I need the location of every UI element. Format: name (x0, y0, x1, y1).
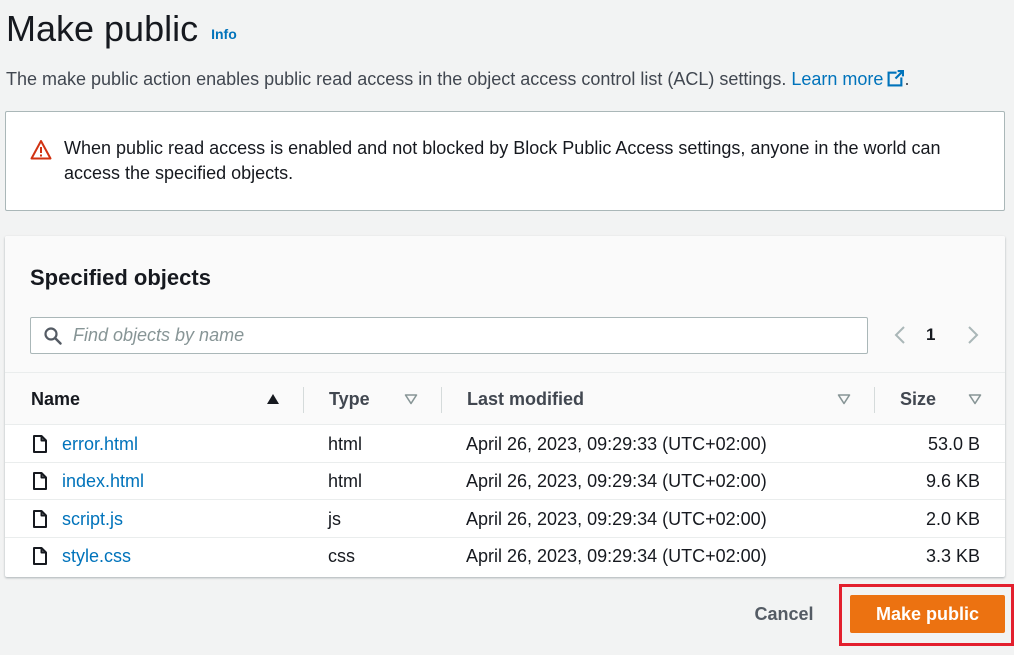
object-type: html (328, 434, 363, 454)
column-divider[interactable] (303, 387, 304, 413)
warning-icon (30, 140, 52, 160)
column-header-type[interactable]: Type (329, 373, 370, 425)
column-header-size[interactable]: Size (900, 373, 936, 425)
table-header: Name Type Last modified Size (5, 373, 1005, 425)
search-input[interactable] (73, 318, 853, 353)
object-last-modified: April 26, 2023, 09:29:33 (UTC+02:00) (466, 434, 767, 454)
search-icon (44, 327, 62, 345)
object-name-link[interactable]: index.html (62, 463, 144, 500)
file-icon (33, 472, 47, 490)
warning-alert: When public read access is enabled and n… (5, 111, 1005, 211)
description-trailing: . (904, 69, 910, 89)
object-name-link[interactable]: error.html (62, 426, 138, 463)
page-title: Make public (6, 8, 199, 49)
page-description: The make public action enables public re… (6, 69, 909, 90)
sort-ascending-icon[interactable] (266, 393, 280, 405)
file-icon (33, 547, 47, 565)
external-link-icon (887, 70, 905, 87)
table-row: style.css css April 26, 2023, 09:29:34 (… (5, 538, 1005, 575)
table-row: script.js js April 26, 2023, 09:29:34 (U… (5, 501, 1005, 538)
object-type: html (328, 471, 363, 491)
search-field[interactable] (30, 317, 868, 354)
file-icon (33, 510, 47, 528)
object-size: 9.6 KB (925, 471, 980, 491)
learn-more-label: Learn more (791, 69, 884, 89)
object-name-link[interactable]: script.js (62, 501, 123, 538)
column-divider[interactable] (441, 387, 442, 413)
description-text: The make public action enables public re… (6, 69, 792, 89)
table-row: index.html html April 26, 2023, 09:29:34… (5, 463, 1005, 500)
object-last-modified: April 26, 2023, 09:29:34 (UTC+02:00) (466, 509, 767, 529)
cancel-button[interactable]: Cancel (740, 596, 828, 632)
panel-title: Specified objects (30, 265, 211, 290)
table-row: error.html html April 26, 2023, 09:29:33… (5, 426, 1005, 463)
sort-descending-outline-icon[interactable] (968, 393, 982, 405)
object-type: css (328, 546, 355, 566)
object-last-modified: April 26, 2023, 09:29:34 (UTC+02:00) (466, 471, 767, 491)
object-last-modified: April 26, 2023, 09:29:34 (UTC+02:00) (466, 546, 767, 566)
learn-more-link[interactable]: Learn more (791, 69, 905, 89)
column-header-last-modified[interactable]: Last modified (467, 373, 584, 425)
alert-message: When public read access is enabled and n… (64, 138, 941, 183)
previous-page-icon[interactable] (893, 324, 907, 346)
next-page-icon[interactable] (966, 324, 980, 346)
object-type: js (328, 509, 341, 529)
page-header: Make public Info (6, 8, 237, 50)
sort-descending-outline-icon[interactable] (404, 393, 418, 405)
specified-objects-panel: Specified objects 1 Name Type Last modif… (5, 236, 1005, 577)
info-link[interactable]: Info (211, 26, 237, 42)
object-size: 2.0 KB (925, 509, 980, 529)
object-size: 3.3 KB (925, 546, 980, 566)
make-public-button[interactable]: Make public (850, 595, 1005, 633)
object-size: 53.0 B (927, 434, 980, 454)
column-divider[interactable] (874, 387, 875, 413)
panel-header: Specified objects 1 (5, 236, 1005, 373)
column-header-name[interactable]: Name (31, 373, 80, 425)
sort-descending-outline-icon[interactable] (837, 393, 851, 405)
page-number[interactable]: 1 (926, 325, 935, 345)
object-name-link[interactable]: style.css (62, 538, 131, 575)
file-icon (33, 435, 47, 453)
